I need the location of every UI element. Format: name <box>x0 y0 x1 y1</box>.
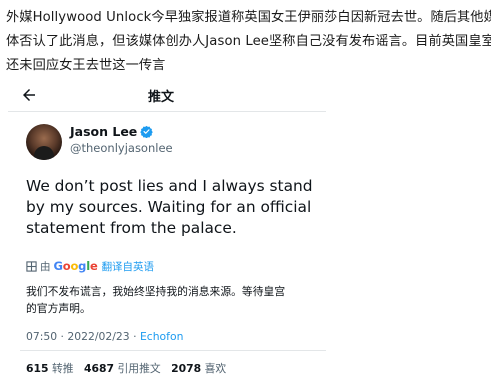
google-logo-letter: G <box>53 259 63 273</box>
translate-link[interactable]: 翻译自英语 <box>102 259 155 274</box>
grid-icon <box>26 260 37 272</box>
tweet-stats: 615 转推 4687 引用推文 2078 喜欢 <box>26 360 233 376</box>
divider <box>8 111 326 112</box>
page-title: 推文 <box>148 90 175 105</box>
tweet-time[interactable]: 07:50 <box>26 330 57 343</box>
translated-line: 我们不发布谎言，我始终坚持我的消息来源。等待皇宫 <box>26 285 286 298</box>
tweet-meta: 07:50 · 2022/02/23 · Echofon <box>26 330 183 343</box>
tweet-line: statement from the palace. <box>26 219 237 237</box>
tweet-source-link[interactable]: Echofon <box>140 330 183 343</box>
tweet-line: by my sources. Waiting for an official <box>26 198 312 216</box>
translate-prefix: 由 <box>40 260 51 273</box>
retweets-count: 615 <box>26 362 49 375</box>
likes-stat[interactable]: 2078 喜欢 <box>171 362 226 375</box>
quotes-label: 引用推文 <box>117 362 161 375</box>
article-caption: 外媒Hollywood Unlock今早独家报道称英国女王伊丽莎白因新冠去世。随… <box>6 6 491 78</box>
meta-separator: · <box>129 330 140 343</box>
user-handle[interactable]: @theonlyjasonlee <box>70 141 173 155</box>
google-logo-letter: o <box>70 259 79 273</box>
retweets-label: 转推 <box>51 362 74 375</box>
google-logo-letter: e <box>89 259 98 273</box>
tweet-screenshot: 推文 Jason Lee @theonlyjasonlee We don’t p… <box>8 84 326 385</box>
translate-row: 由 Google 翻译自英语 <box>26 258 154 274</box>
tweet-topbar: 推文 <box>8 84 326 110</box>
article-line: 还未回应女王去世这一传言 <box>6 58 166 73</box>
likes-label: 喜欢 <box>204 362 227 375</box>
google-logo: Google <box>54 259 98 273</box>
divider <box>20 350 326 351</box>
verified-badge-icon <box>140 125 153 138</box>
likes-count: 2078 <box>171 362 202 375</box>
display-name[interactable]: Jason Lee <box>70 124 137 139</box>
article-line: 外媒Hollywood Unlock今早独家报道称英国女王伊丽莎白因新冠去世。随… <box>6 10 491 25</box>
meta-separator: · <box>57 330 68 343</box>
translated-text: 我们不发布谎言，我始终坚持我的消息来源。等待皇宫 的官方声明。 <box>26 283 316 317</box>
quotes-count: 4687 <box>84 362 115 375</box>
avatar[interactable] <box>26 124 62 160</box>
arrow-left-icon[interactable] <box>20 86 38 104</box>
quotes-stat[interactable]: 4687 引用推文 <box>84 362 161 375</box>
translated-line: 的官方声明。 <box>26 302 91 315</box>
tweet-line: We don’t post lies and I always stand <box>26 177 313 195</box>
tweet-text: We don’t post lies and I always stand by… <box>26 176 316 239</box>
retweets-stat[interactable]: 615 转推 <box>26 362 74 375</box>
tweet-date[interactable]: 2022/02/23 <box>67 330 129 343</box>
google-logo-letter: g <box>78 259 87 273</box>
article-line: 体否认了此消息，但该媒体创办人Jason Lee坚称自己没有发布谣言。目前英国皇… <box>6 34 491 49</box>
